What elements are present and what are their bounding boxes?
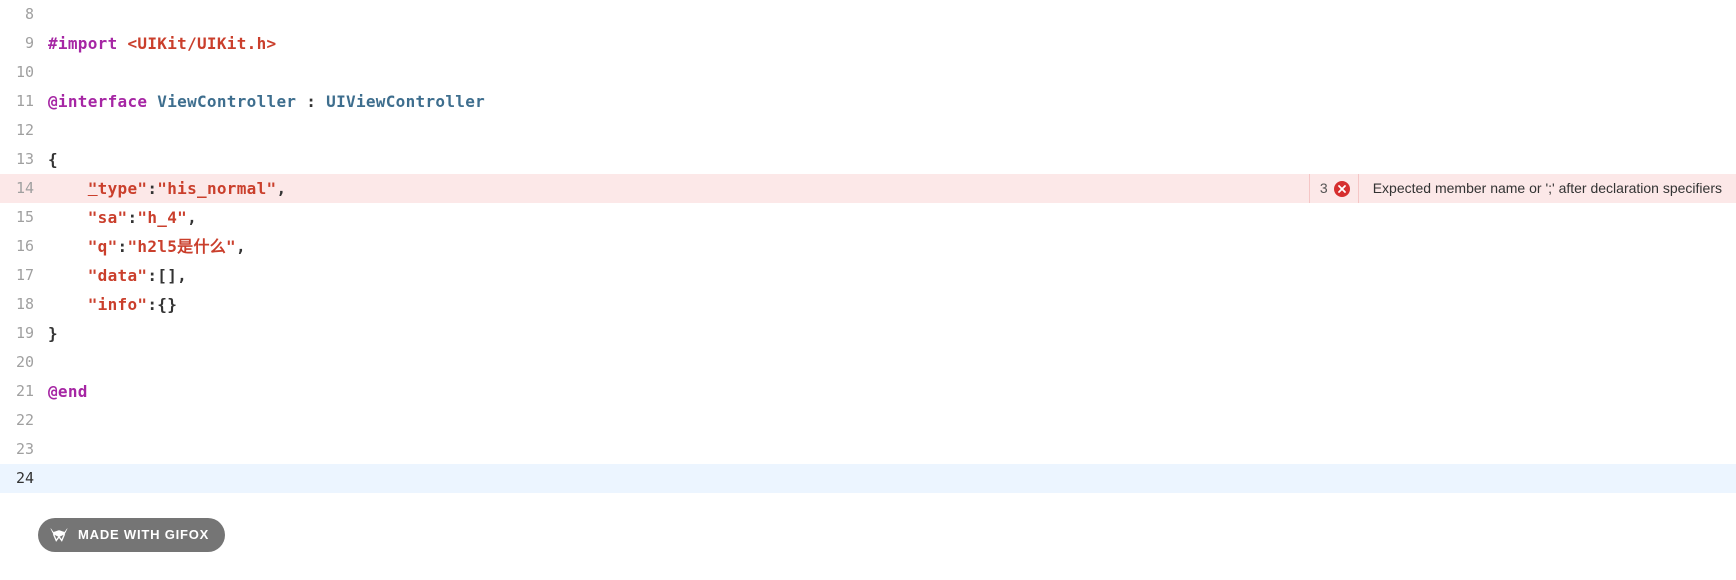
line-number: 16 (0, 235, 48, 258)
code-content[interactable]: "info":{} (48, 293, 177, 317)
code-line[interactable]: 23 (0, 435, 1736, 464)
line-number: 12 (0, 119, 48, 142)
error-message-box[interactable]: Expected member name or ';' after declar… (1358, 174, 1736, 203)
line-number: 18 (0, 293, 48, 316)
error-annotation[interactable]: 3 Expected member name or ';' after decla… (1309, 174, 1736, 203)
code-content[interactable]: @interface ViewController : UIViewContro… (48, 90, 485, 114)
code-line[interactable]: 24 (0, 464, 1736, 493)
line-number: 19 (0, 322, 48, 345)
code-editor[interactable]: 89#import <UIKit/UIKit.h>1011@interface … (0, 0, 1736, 493)
code-content[interactable]: "type":"his_normal", (48, 177, 286, 201)
error-icon (1334, 181, 1350, 197)
line-number: 24 (0, 467, 48, 490)
error-count: 3 (1320, 178, 1328, 199)
error-count-box[interactable]: 3 (1309, 174, 1358, 203)
line-number: 8 (0, 3, 48, 26)
code-line[interactable]: 15 "sa":"h_4", (0, 203, 1736, 232)
code-content[interactable]: "data":[], (48, 264, 187, 288)
line-number: 20 (0, 351, 48, 374)
code-line[interactable]: 20 (0, 348, 1736, 377)
code-line[interactable]: 8 (0, 0, 1736, 29)
code-line[interactable]: 9#import <UIKit/UIKit.h> (0, 29, 1736, 58)
line-number: 23 (0, 438, 48, 461)
code-line[interactable]: 18 "info":{} (0, 290, 1736, 319)
line-number: 13 (0, 148, 48, 171)
line-number: 17 (0, 264, 48, 287)
code-content[interactable]: #import <UIKit/UIKit.h> (48, 32, 276, 56)
code-content[interactable]: { (48, 148, 58, 172)
line-number: 9 (0, 32, 48, 55)
code-line[interactable]: 22 (0, 406, 1736, 435)
line-number: 15 (0, 206, 48, 229)
gifox-label: MADE WITH GIFOX (78, 525, 209, 545)
code-content[interactable]: "sa":"h_4", (48, 206, 197, 230)
code-content[interactable]: @end (48, 380, 88, 404)
line-number: 11 (0, 90, 48, 113)
code-line[interactable]: 16 "q":"h2l5是什么", (0, 232, 1736, 261)
code-content[interactable]: } (48, 322, 58, 346)
line-number: 10 (0, 61, 48, 84)
code-line[interactable]: 12 (0, 116, 1736, 145)
line-number: 14 (0, 177, 48, 200)
code-line[interactable]: 11@interface ViewController : UIViewCont… (0, 87, 1736, 116)
code-line[interactable]: 17 "data":[], (0, 261, 1736, 290)
code-line[interactable]: 13{ (0, 145, 1736, 174)
line-number: 21 (0, 380, 48, 403)
gifox-watermark: MADE WITH GIFOX (38, 518, 225, 552)
code-line[interactable]: 19} (0, 319, 1736, 348)
code-content[interactable]: "q":"h2l5是什么", (48, 235, 246, 259)
code-line[interactable]: 14 "type":"his_normal", 3 Expected member … (0, 174, 1736, 203)
gifox-fox-icon (48, 524, 70, 546)
error-message: Expected member name or ';' after declar… (1373, 178, 1722, 199)
line-number: 22 (0, 409, 48, 432)
code-line[interactable]: 10 (0, 58, 1736, 87)
code-line[interactable]: 21@end (0, 377, 1736, 406)
